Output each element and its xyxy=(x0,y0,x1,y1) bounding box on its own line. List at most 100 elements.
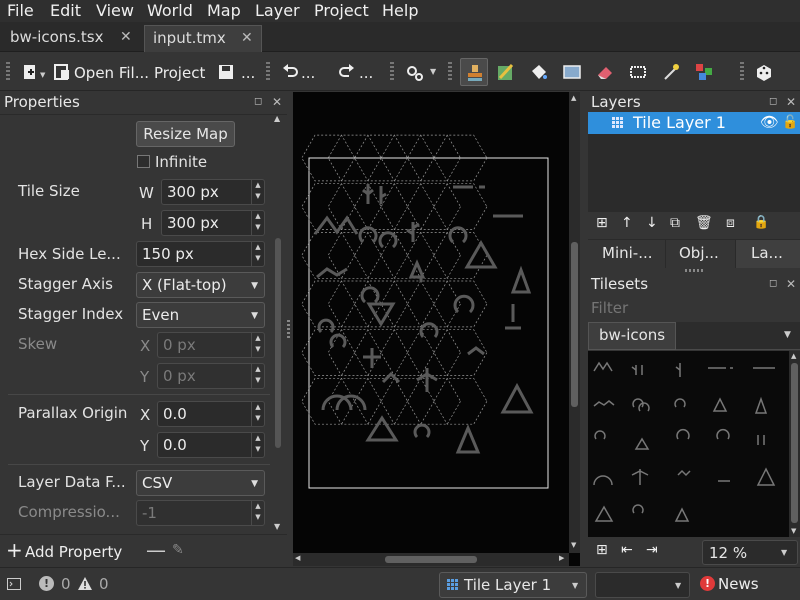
zoom-select[interactable]: 12 % ▼ xyxy=(702,540,798,565)
toolbar-grip[interactable] xyxy=(6,62,10,82)
tab-minimap[interactable]: Mini-... xyxy=(588,240,666,268)
magic-wand-icon[interactable] xyxy=(661,62,681,82)
open-file-button[interactable]: Open Fil... xyxy=(74,64,149,82)
tileset-tile[interactable] xyxy=(632,398,650,412)
add-property-button[interactable]: Add Property xyxy=(25,543,122,561)
layer-select[interactable]: Tile Layer 1 ▼ xyxy=(439,572,587,598)
skew-x-field[interactable]: 0 px ▲ ▼ xyxy=(157,332,265,358)
tileset-scrollbar[interactable]: ▲ ▼ xyxy=(789,351,800,537)
open-file-icon[interactable] xyxy=(52,62,72,82)
spin-arrows[interactable]: ▲ ▼ xyxy=(251,333,264,357)
tileset-grid[interactable] xyxy=(588,351,788,537)
menu-help[interactable]: Help xyxy=(382,1,418,20)
news-button[interactable]: News xyxy=(718,575,759,593)
layer-data-format-select[interactable]: CSV ▼ xyxy=(136,470,265,496)
rect-select-icon[interactable] xyxy=(628,62,648,82)
remove-property-icon[interactable]: — xyxy=(146,538,166,562)
lock-icon[interactable]: 🔓 xyxy=(782,115,798,130)
chevron-down-icon[interactable]: ▼ xyxy=(430,67,450,87)
tile-width-field[interactable]: 300 px ▲ ▼ xyxy=(161,179,265,205)
tileset-tile[interactable] xyxy=(634,437,650,450)
toolbar-grip[interactable] xyxy=(740,62,744,82)
tile-height-field[interactable]: 300 px ▲ ▼ xyxy=(161,210,265,236)
rename-pencil-icon[interactable]: ✎ xyxy=(172,542,184,558)
close-icon[interactable]: ✕ xyxy=(120,29,132,45)
plus-icon[interactable]: + xyxy=(6,538,23,562)
hex-map-view[interactable] xyxy=(293,92,580,566)
parallax-y-field[interactable]: 0.0 ▲ ▼ xyxy=(157,432,265,458)
eye-icon[interactable]: 👁 xyxy=(760,113,779,131)
splitter-handle[interactable] xyxy=(685,269,705,272)
status-combo[interactable]: ▼ xyxy=(595,572,690,598)
stagger-index-select[interactable]: Even ▼ xyxy=(136,302,265,328)
map-horizontal-scrollbar[interactable]: ◀ ▶ xyxy=(293,553,569,566)
spin-arrows[interactable]: ▲ ▼ xyxy=(251,242,264,266)
shape-fill-icon[interactable] xyxy=(562,62,582,82)
news-alert-icon[interactable]: ! xyxy=(700,576,715,591)
toolbar-grip[interactable] xyxy=(266,62,270,82)
spin-arrows[interactable]: ▲ ▼ xyxy=(251,364,264,388)
menu-view[interactable]: View xyxy=(96,1,134,20)
save-more-button[interactable]: ... xyxy=(241,64,255,82)
float-icon[interactable]: ◻ xyxy=(769,96,777,107)
select-same-tile-icon[interactable] xyxy=(694,62,714,82)
new-tileset-icon[interactable]: ⊞ xyxy=(596,542,608,558)
menu-edit[interactable]: Edit xyxy=(50,1,81,20)
undo-icon[interactable] xyxy=(280,62,300,82)
map-canvas[interactable]: ▲ ▼ ◀ ▶ xyxy=(293,92,580,566)
float-icon[interactable]: ◻ xyxy=(254,96,262,107)
tab-bw-icons[interactable]: bw-icons xyxy=(588,322,676,350)
compression-field[interactable]: -1 ▲ ▼ xyxy=(136,500,265,526)
save-icon[interactable] xyxy=(216,62,236,82)
tileset-tile[interactable] xyxy=(631,469,649,485)
resize-map-button[interactable]: Resize Map xyxy=(136,121,235,147)
tileset-tile[interactable] xyxy=(594,505,614,522)
tileset-tile[interactable] xyxy=(712,397,728,412)
close-icon[interactable]: ✕ xyxy=(272,95,282,109)
layer-row[interactable]: Tile Layer 1 👁 🔓 xyxy=(588,112,800,134)
menu-file[interactable]: File xyxy=(7,1,34,20)
console-icon[interactable] xyxy=(7,578,21,590)
move-up-icon[interactable]: ↑ xyxy=(621,215,633,231)
error-icon[interactable]: ! xyxy=(39,576,54,591)
menu-layer[interactable]: Layer xyxy=(255,1,300,20)
close-icon[interactable]: ✕ xyxy=(786,95,796,109)
tab-input-tmx[interactable]: input.tmx ✕ xyxy=(144,25,262,52)
spin-arrows[interactable]: ▲ ▼ xyxy=(251,402,264,426)
tab-bw-icons[interactable]: bw-icons.tsx ✕ xyxy=(2,25,142,52)
trash-icon[interactable]: 🗑 xyxy=(695,215,713,231)
warning-icon[interactable] xyxy=(77,576,93,591)
tileset-tile[interactable] xyxy=(593,475,613,486)
chevron-down-icon[interactable]: ▼ xyxy=(784,330,791,340)
tab-layers[interactable]: La... xyxy=(736,240,800,268)
merge-layer-icon[interactable]: ⧈ xyxy=(726,215,735,231)
skew-y-field[interactable]: 0 px ▲ ▼ xyxy=(157,363,265,389)
bucket-fill-icon[interactable] xyxy=(529,62,549,82)
stagger-axis-select[interactable]: X (Flat-top) ▼ xyxy=(136,272,265,298)
tileset-tile[interactable] xyxy=(674,507,690,522)
tileset-tile[interactable] xyxy=(632,504,644,514)
menu-map[interactable]: Map xyxy=(207,1,241,20)
toolbar-grip[interactable] xyxy=(448,62,452,82)
tileset-tile[interactable] xyxy=(594,430,606,440)
eraser-icon[interactable] xyxy=(595,62,615,82)
hex-cell[interactable] xyxy=(301,183,356,230)
add-layer-icon[interactable]: ⊞ xyxy=(596,215,608,231)
splitter-handle[interactable] xyxy=(287,320,290,340)
export-tileset-icon[interactable]: ⇥ xyxy=(646,542,658,558)
tileset-tile[interactable] xyxy=(756,467,776,486)
tileset-filter-input[interactable] xyxy=(588,296,800,320)
tileset-tile[interactable] xyxy=(631,365,643,375)
move-down-icon[interactable]: ↓ xyxy=(646,215,658,231)
random-dice-icon[interactable] xyxy=(754,62,774,82)
tileset-tile[interactable] xyxy=(677,469,691,477)
redo-icon[interactable] xyxy=(337,62,357,82)
close-icon[interactable]: ✕ xyxy=(786,277,796,291)
spin-arrows[interactable]: ▲ ▼ xyxy=(251,180,264,204)
menu-world[interactable]: World xyxy=(147,1,193,20)
infinite-checkbox[interactable] xyxy=(137,155,150,168)
spin-arrows[interactable]: ▲ ▼ xyxy=(251,433,264,457)
properties-scrollbar[interactable]: ▲ ▼ xyxy=(273,114,283,534)
tileset-tile[interactable] xyxy=(716,429,730,440)
close-icon[interactable]: ✕ xyxy=(241,30,253,46)
